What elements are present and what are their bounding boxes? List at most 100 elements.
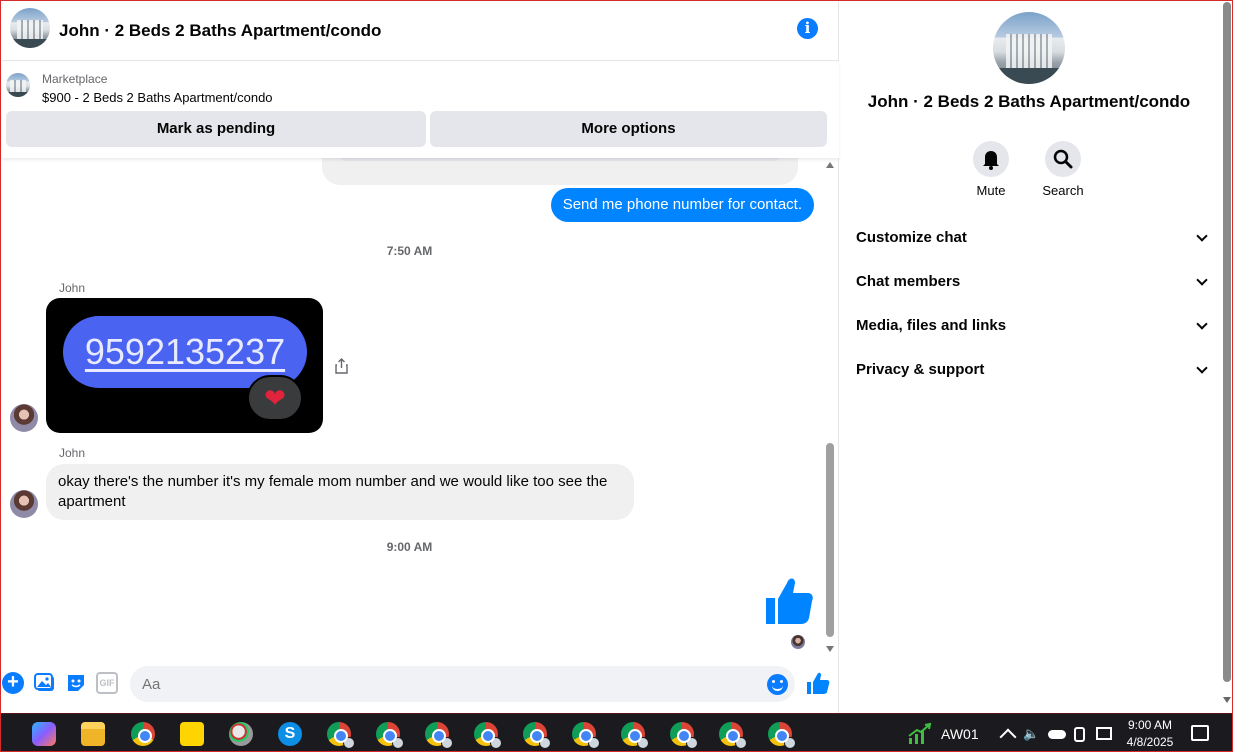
profile-badge <box>392 737 404 749</box>
search-label: Search <box>1042 183 1084 198</box>
paint-icon[interactable] <box>229 722 253 746</box>
page-scrollbar[interactable] <box>1222 2 1232 713</box>
file-explorer-icon[interactable] <box>81 722 105 746</box>
composer: + GIF <box>2 657 839 713</box>
chat-header: John · 2 Beds 2 Baths Apartment/condo i <box>2 2 839 61</box>
chevron-down-icon <box>1196 230 1208 242</box>
scroll-down-arrow-icon[interactable] <box>826 646 834 652</box>
clock-date: 4/8/2025 <box>1126 735 1174 749</box>
incoming-message[interactable]: okay there's the number it's my female m… <box>46 464 634 520</box>
like-icon[interactable] <box>764 574 814 626</box>
profile-badge <box>343 737 355 749</box>
marketplace-label: Marketplace <box>42 72 108 86</box>
notification-icon[interactable] <box>1191 725 1209 741</box>
page-scroll-down-icon[interactable] <box>1223 697 1231 703</box>
heart-reaction[interactable]: ❤ <box>247 375 303 421</box>
previous-message-bubble <box>322 158 798 185</box>
meet-now-icon[interactable] <box>1074 727 1085 742</box>
gif-icon[interactable]: GIF <box>96 672 118 694</box>
section-customize-chat[interactable]: Customize chat <box>856 223 1208 253</box>
outgoing-message[interactable]: Send me phone number for contact. <box>550 188 814 222</box>
seen-avatar <box>791 635 805 649</box>
chrome-profile-icon[interactable] <box>425 722 453 749</box>
profile-badge <box>490 737 502 749</box>
info-icon[interactable]: i <box>797 18 818 39</box>
info-avatar[interactable] <box>993 12 1065 84</box>
profile-badge <box>686 737 698 749</box>
emoji-icon[interactable] <box>767 674 788 695</box>
chevron-up-icon[interactable] <box>999 728 1017 746</box>
send-like-icon[interactable] <box>806 671 830 695</box>
sender-avatar[interactable] <box>10 490 38 518</box>
mark-as-pending-button[interactable]: Mark as pending <box>6 111 426 147</box>
info-title: John · 2 Beds 2 Baths Apartment/condo <box>867 92 1191 111</box>
scroll-thumb[interactable] <box>826 443 834 637</box>
photo-icon[interactable] <box>34 672 56 694</box>
section-label: Customize chat <box>856 229 967 246</box>
chat-pane: John · 2 Beds 2 Baths Apartment/condo i … <box>2 2 839 713</box>
chrome-profile-icon[interactable] <box>572 722 600 749</box>
chrome-profile-icon[interactable] <box>719 722 747 749</box>
copilot-icon[interactable] <box>32 722 56 746</box>
chrome-profile-icon[interactable] <box>523 722 551 749</box>
plus-icon[interactable]: + <box>2 672 24 694</box>
chevron-down-icon <box>1196 274 1208 286</box>
timestamp: 7:50 AM <box>386 244 433 258</box>
section-label: Chat members <box>856 273 961 290</box>
chrome-profile-icon[interactable] <box>768 722 796 749</box>
sender-avatar[interactable] <box>10 404 38 432</box>
section-media-files-links[interactable]: Media, files and links <box>856 311 1208 341</box>
message-input[interactable] <box>130 666 795 702</box>
profile-badge <box>784 737 796 749</box>
mute-label: Mute <box>976 183 1006 198</box>
bell-icon <box>973 141 1009 177</box>
sticker-icon[interactable] <box>65 672 87 694</box>
sender-name: John <box>59 281 86 295</box>
profile-badge <box>637 737 649 749</box>
windows-taskbar: S AW01 🔈 9:00 AM 4/8/2025 <box>1 713 1232 751</box>
profile-badge <box>539 737 551 749</box>
phone-number-image[interactable]: 9592135237 ❤ <box>46 298 323 433</box>
network-icon[interactable] <box>1096 727 1112 740</box>
message-scrollbar[interactable] <box>824 160 836 652</box>
mute-button[interactable]: Mute <box>966 141 1016 198</box>
listing-description[interactable]: $900 - 2 Beds 2 Baths Apartment/condo <box>42 90 273 105</box>
sticky-notes-icon[interactable] <box>180 722 204 746</box>
search-icon <box>1045 141 1081 177</box>
skype-icon[interactable]: S <box>278 722 302 746</box>
chrome-profile-icon[interactable] <box>670 722 698 749</box>
speaker-icon[interactable]: 🔈 <box>1023 726 1039 742</box>
clock-time: 9:00 AM <box>1127 718 1173 732</box>
aw-label[interactable]: AW01 <box>941 726 979 742</box>
app-window: John · 2 Beds 2 Baths Apartment/condo i … <box>0 0 1233 752</box>
section-label: Media, files and links <box>856 317 1007 334</box>
sender-name: John <box>59 446 86 460</box>
system-clock[interactable]: 9:00 AM 4/8/2025 <box>1119 717 1181 751</box>
page-scroll-thumb[interactable] <box>1223 2 1231 682</box>
message-list[interactable]: Send me phone number for contact. 7:50 A… <box>2 158 822 658</box>
section-chat-members[interactable]: Chat members <box>856 267 1208 297</box>
conversation-avatar[interactable] <box>10 8 50 48</box>
stock-chart-icon[interactable] <box>907 722 933 746</box>
section-label: Privacy & support <box>856 361 985 378</box>
chrome-profile-icon[interactable] <box>474 722 502 749</box>
section-privacy-support[interactable]: Privacy & support <box>856 355 1208 385</box>
chrome-icon[interactable] <box>131 722 155 746</box>
profile-badge <box>441 737 453 749</box>
chrome-profile-icon[interactable] <box>376 722 404 749</box>
profile-badge <box>735 737 747 749</box>
marketplace-bar: Marketplace $900 - 2 Beds 2 Baths Apartm… <box>2 62 839 158</box>
more-options-button[interactable]: More options <box>430 111 827 147</box>
onedrive-icon[interactable] <box>1048 730 1066 739</box>
timestamp: 9:00 AM <box>386 540 433 554</box>
previous-message-quote <box>338 158 782 161</box>
scroll-up-arrow-icon[interactable] <box>826 162 834 168</box>
listing-thumbnail[interactable] <box>6 73 30 97</box>
chrome-profile-icon[interactable] <box>327 722 355 749</box>
share-icon[interactable] <box>335 358 348 374</box>
chevron-down-icon <box>1196 362 1208 374</box>
conversation-title[interactable]: John · 2 Beds 2 Baths Apartment/condo <box>59 21 381 41</box>
search-button[interactable]: Search <box>1038 141 1088 198</box>
profile-badge <box>588 737 600 749</box>
chrome-profile-icon[interactable] <box>621 722 649 749</box>
